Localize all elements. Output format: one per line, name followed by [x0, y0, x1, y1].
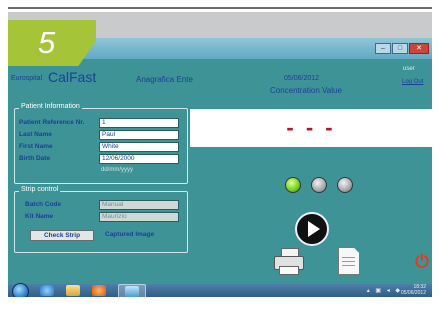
patient-ref-label: Patient Reference Nr. — [19, 119, 85, 126]
clock-date: 05/06/2012 — [400, 289, 426, 296]
last-name-label: Last Name — [19, 131, 52, 138]
play-triangle — [308, 221, 320, 237]
strip-control-legend: Strip control — [19, 186, 61, 193]
taskbar-active-app[interactable] — [118, 284, 146, 297]
last-name-field[interactable]: Paul — [99, 130, 179, 140]
play-icon[interactable] — [295, 212, 329, 246]
status-led-1 — [285, 177, 301, 193]
document-icon[interactable] — [338, 247, 360, 275]
user-label: user — [403, 66, 415, 72]
first-name-field[interactable]: White — [99, 142, 179, 152]
brand-calfast: CalFast — [48, 69, 97, 85]
date-format-hint: dd/mm/yyyy — [101, 167, 134, 173]
doc-line — [342, 261, 355, 262]
start-button-icon[interactable] — [12, 283, 29, 297]
concentration-title: Concentration Value — [270, 86, 342, 95]
top-rule — [8, 7, 432, 9]
close-button[interactable]: ✕ — [409, 43, 429, 54]
tray-icons[interactable]: ▴ ▣ ◂ ◆ — [367, 287, 402, 294]
strip-control-panel: Strip control Batch Code Manual Kit Name… — [14, 186, 188, 253]
batch-code-label: Batch Code — [25, 201, 62, 208]
minimize-button[interactable]: – — [375, 43, 391, 54]
maximize-button[interactable]: □ — [392, 43, 408, 54]
ie-icon[interactable] — [40, 285, 54, 296]
status-led-2 — [311, 177, 327, 193]
media-player-icon[interactable] — [92, 285, 106, 296]
kit-name-field[interactable]: Maurizio — [99, 212, 179, 222]
window-controls: – □ ✕ — [375, 43, 429, 54]
check-strip-button[interactable]: Check Strip — [30, 230, 94, 241]
step-badge: 5 — [8, 20, 96, 66]
status-led-3 — [337, 177, 353, 193]
step-number: 5 — [38, 25, 56, 60]
birth-date-field[interactable]: 12/06/2000 — [99, 154, 179, 164]
kit-name-label: Kit Name — [25, 213, 54, 220]
printer-icon[interactable] — [274, 248, 304, 276]
logout-link[interactable]: Log Out — [402, 79, 423, 85]
header-date: 05/06/2012 — [284, 75, 320, 82]
app-header: Eurospital CalFast Anagrafica Ente 05/06… — [8, 63, 432, 99]
power-icon[interactable]: ⏻ — [413, 253, 431, 271]
patient-info-legend: Patient Information — [19, 103, 82, 110]
brand-eurospital: Eurospital — [11, 75, 43, 82]
birth-date-label: Birth Date — [19, 155, 51, 162]
first-name-label: First Name — [19, 143, 53, 150]
captured-image-label: Captured Image — [105, 231, 155, 238]
concentration-display: - - - — [190, 109, 432, 147]
calfast-app: Eurospital CalFast Anagrafica Ente 05/06… — [8, 59, 432, 284]
batch-code-field[interactable]: Manual — [99, 200, 179, 210]
folder-icon[interactable] — [66, 285, 80, 296]
printer-tray — [279, 266, 299, 275]
doc-line — [342, 257, 355, 258]
taskbar: ▴ ▣ ◂ ◆ 18:32 05/06/2012 — [8, 283, 432, 297]
patient-info-panel: Patient Information Patient Reference Nr… — [14, 103, 188, 184]
system-clock[interactable]: 18:32 05/06/2012 — [400, 284, 426, 296]
doc-line — [342, 265, 355, 266]
section-title[interactable]: Anagrafica Ente — [136, 75, 193, 84]
concentration-value: - - - — [286, 115, 336, 140]
calfast-app-icon — [125, 286, 139, 297]
patient-ref-field[interactable]: 1 — [99, 118, 179, 128]
